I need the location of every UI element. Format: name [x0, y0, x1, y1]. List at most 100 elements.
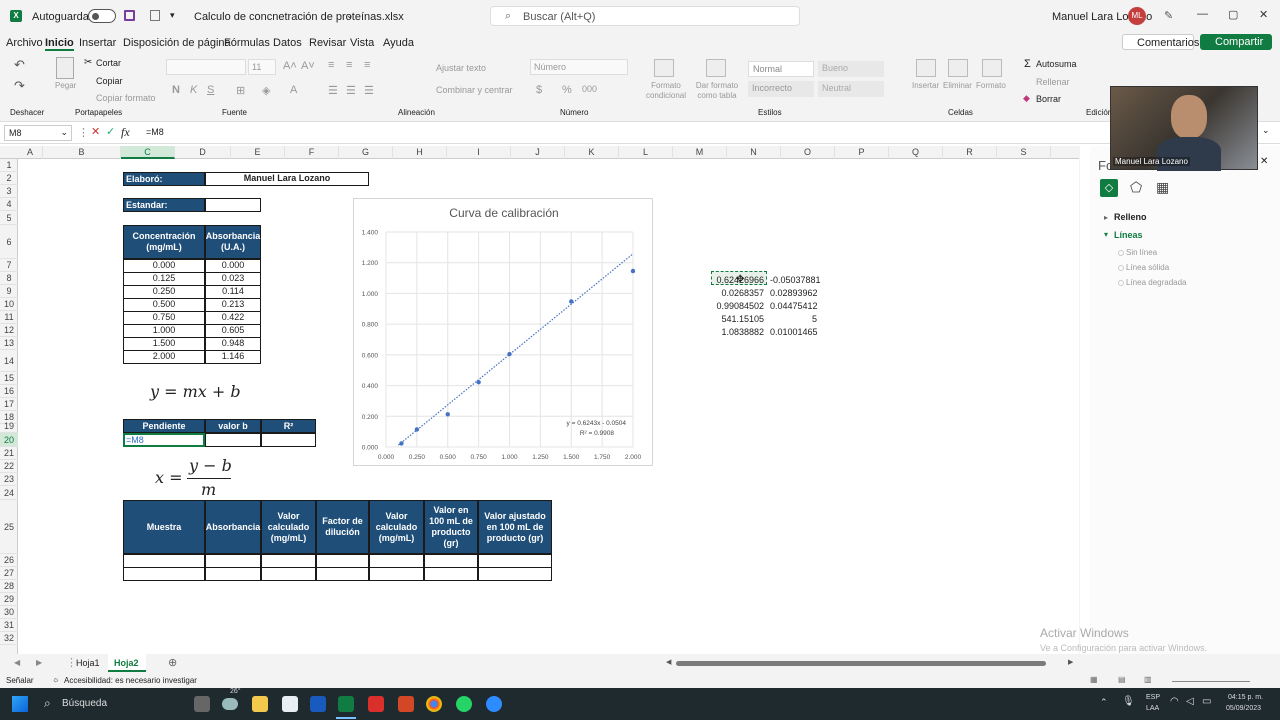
sample-cell[interactable]: [316, 567, 369, 581]
column-header[interactable]: O: [781, 146, 835, 159]
whatsapp-icon[interactable]: [456, 696, 472, 712]
scroll-left-icon[interactable]: ◀: [666, 658, 671, 666]
column-header[interactable]: B: [43, 146, 121, 159]
sample-cell[interactable]: [424, 567, 478, 581]
menu-datos[interactable]: Datos: [273, 37, 302, 49]
shrink-font-icon[interactable]: A˅: [301, 60, 315, 72]
paste-icon[interactable]: [56, 57, 74, 79]
column-header[interactable]: S: [997, 146, 1051, 159]
format-painter-button[interactable]: Copiar formato: [96, 93, 156, 103]
concentration-cell[interactable]: 1.000: [123, 324, 205, 338]
chrome-icon[interactable]: [426, 696, 442, 712]
tab-hoja2[interactable]: Hoja2: [108, 654, 146, 672]
delete-cells-icon[interactable]: [948, 59, 968, 77]
share-button[interactable]: Compartir: [1200, 34, 1272, 50]
scroll-right-icon[interactable]: ▶: [1068, 658, 1073, 666]
concentration-cell[interactable]: 0.125: [123, 272, 205, 286]
merge-center-button[interactable]: Combinar y centrar: [436, 85, 513, 95]
row-header[interactable]: 25: [0, 500, 18, 554]
column-header[interactable]: H: [393, 146, 447, 159]
active-cell-c20[interactable]: =M8: [123, 433, 205, 447]
expand-formula-icon[interactable]: ⌄: [1262, 125, 1270, 136]
absorbance-cell[interactable]: 0.114: [205, 285, 261, 299]
row-header[interactable]: 6: [0, 225, 18, 259]
fill-color-icon[interactable]: ◈: [262, 84, 270, 97]
row-header[interactable]: 28: [0, 580, 18, 593]
name-box[interactable]: M8 ⌄: [4, 125, 72, 141]
column-header[interactable]: L: [619, 146, 673, 159]
column-header[interactable]: N: [727, 146, 781, 159]
menu-insertar[interactable]: Insertar: [79, 37, 116, 49]
wifi-icon[interactable]: ◠: [1170, 696, 1179, 707]
search-icon[interactable]: ⌕: [44, 696, 51, 711]
bold-icon[interactable]: N: [172, 84, 180, 96]
row-header[interactable]: 27: [0, 567, 18, 580]
grow-font-icon[interactable]: A˄: [283, 60, 297, 72]
close-icon[interactable]: ✕: [1259, 8, 1268, 21]
r2-cell[interactable]: [261, 433, 316, 447]
file-name[interactable]: Calculo de concnetración de proteínas.xl…: [194, 11, 404, 23]
column-header[interactable]: C: [121, 146, 175, 159]
clock-date[interactable]: 05/09/2023: [1226, 705, 1261, 712]
valor-b-cell[interactable]: [205, 433, 261, 447]
powerpoint-icon[interactable]: [398, 696, 414, 712]
tray-chevron-icon[interactable]: ⌃: [1100, 697, 1108, 708]
function-icon[interactable]: fx: [121, 125, 130, 140]
row-header[interactable]: 17: [0, 398, 18, 411]
font-size-select[interactable]: 11: [248, 59, 276, 75]
worksheet[interactable]: ABCDEFGHIJKLMNOPQRS 1 2 3 4 5 6 7 8 9 10 11 12 13 14 1…: [0, 146, 1080, 654]
zoom-icon[interactable]: [486, 696, 502, 712]
absorbance-cell[interactable]: 0.000: [205, 259, 261, 273]
accessibility-status[interactable]: Accesibilidad: es necesario investigar: [64, 676, 197, 685]
lang-2[interactable]: LAA: [1146, 705, 1159, 712]
absorbance-cell[interactable]: 0.605: [205, 324, 261, 338]
undo-icon[interactable]: ↶: [14, 57, 25, 73]
concentration-cell[interactable]: 0.750: [123, 311, 205, 325]
menu-ayuda[interactable]: Ayuda: [383, 37, 414, 49]
format-table-icon[interactable]: [706, 59, 726, 77]
row-header[interactable]: 8: [0, 272, 18, 285]
minimize-icon[interactable]: —: [1197, 8, 1208, 20]
style-bad[interactable]: Incorrecto: [748, 81, 814, 97]
row-header[interactable]: 23: [0, 473, 18, 486]
column-header[interactable]: K: [565, 146, 619, 159]
linest-value[interactable]: 5: [770, 314, 817, 324]
autosave-toggle[interactable]: [88, 9, 116, 23]
row-header[interactable]: 22: [0, 460, 18, 473]
row-header[interactable]: 24: [0, 486, 18, 500]
avatar[interactable]: ML: [1128, 7, 1146, 25]
delete-cells-button[interactable]: Eliminar: [943, 81, 972, 90]
vertical-scrollbar[interactable]: [1079, 146, 1080, 654]
row-header[interactable]: 16: [0, 385, 18, 398]
taskview-icon[interactable]: [194, 696, 210, 712]
document-icon[interactable]: [150, 10, 160, 21]
data-point[interactable]: [414, 427, 420, 432]
row-header[interactable]: 19: [0, 419, 18, 433]
confirm-icon[interactable]: ✓: [106, 125, 115, 138]
linest-value[interactable]: 0.04475412: [770, 301, 818, 311]
align-bottom-icon[interactable]: ≡: [364, 59, 370, 71]
linest-value[interactable]: 1.0838882: [711, 327, 764, 337]
row-header[interactable]: 10: [0, 298, 18, 311]
column-header[interactable]: G: [339, 146, 393, 159]
maximize-icon[interactable]: ▢: [1228, 8, 1238, 21]
battery-icon[interactable]: ▭: [1202, 696, 1211, 707]
row-header[interactable]: 20: [0, 433, 18, 447]
radio-no-line[interactable]: [1118, 250, 1124, 256]
sample-cell[interactable]: [261, 554, 316, 568]
column-header[interactable]: D: [175, 146, 231, 159]
absorbance-cell[interactable]: 0.422: [205, 311, 261, 325]
acrobat-icon[interactable]: [368, 696, 384, 712]
row-header[interactable]: 12: [0, 324, 18, 337]
formula-input[interactable]: =M8: [146, 127, 164, 137]
linest-value[interactable]: 541.15105: [711, 314, 764, 324]
row-header[interactable]: 14: [0, 350, 18, 372]
chevron-down-icon[interactable]: ▾: [1104, 230, 1108, 239]
lines-section[interactable]: Líneas: [1114, 230, 1143, 240]
weather-icon[interactable]: [222, 698, 238, 710]
number-format-select[interactable]: Número: [530, 59, 628, 75]
linest-value[interactable]: 0.0268357: [711, 288, 764, 298]
menu-revisar[interactable]: Revisar: [309, 37, 346, 49]
pane-close-icon[interactable]: ✕: [1260, 156, 1268, 167]
insert-cells-button[interactable]: Insertar: [912, 81, 939, 90]
